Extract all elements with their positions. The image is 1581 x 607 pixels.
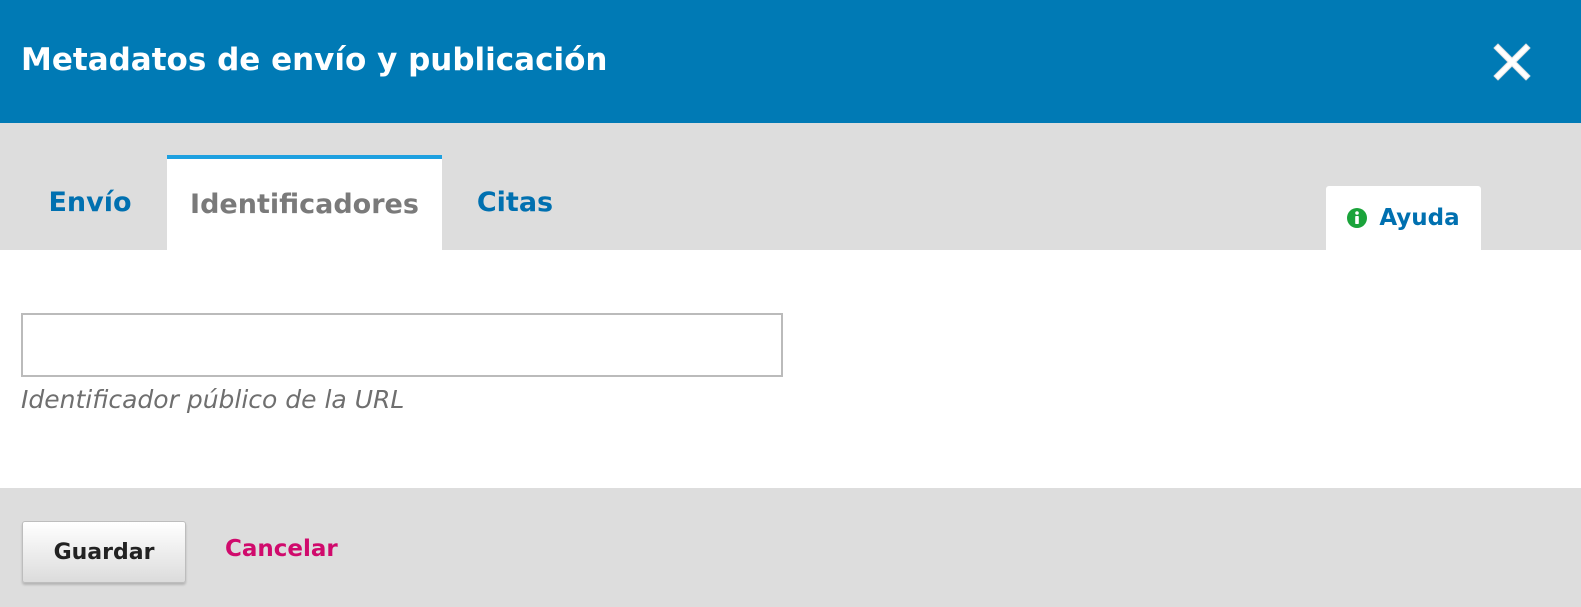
close-icon[interactable] xyxy=(1488,38,1536,86)
identifiers-panel: Identificador público de la URL xyxy=(0,250,1581,488)
save-button[interactable]: Guardar xyxy=(22,521,186,583)
tab-envio[interactable]: Envío xyxy=(22,155,158,250)
modal-header: Metadatos de envío y publicación xyxy=(0,0,1581,123)
help-label: Ayuda xyxy=(1379,205,1460,231)
metadata-modal: Metadatos de envío y publicación Envío I… xyxy=(0,0,1581,607)
url-path-input[interactable] xyxy=(21,313,783,377)
cancel-link[interactable]: Cancelar xyxy=(225,536,338,562)
tab-citas[interactable]: Citas xyxy=(450,155,580,250)
tab-identificadores[interactable]: Identificadores xyxy=(167,155,442,250)
modal-title: Metadatos de envío y publicación xyxy=(21,42,608,78)
modal-footer: Guardar Cancelar xyxy=(0,488,1581,607)
help-button[interactable]: Ayuda xyxy=(1326,186,1481,250)
tab-bar: Envío Identificadores Citas Ayuda xyxy=(0,123,1581,250)
url-path-help-text: Identificador público de la URL xyxy=(21,385,405,414)
info-icon xyxy=(1347,208,1368,228)
